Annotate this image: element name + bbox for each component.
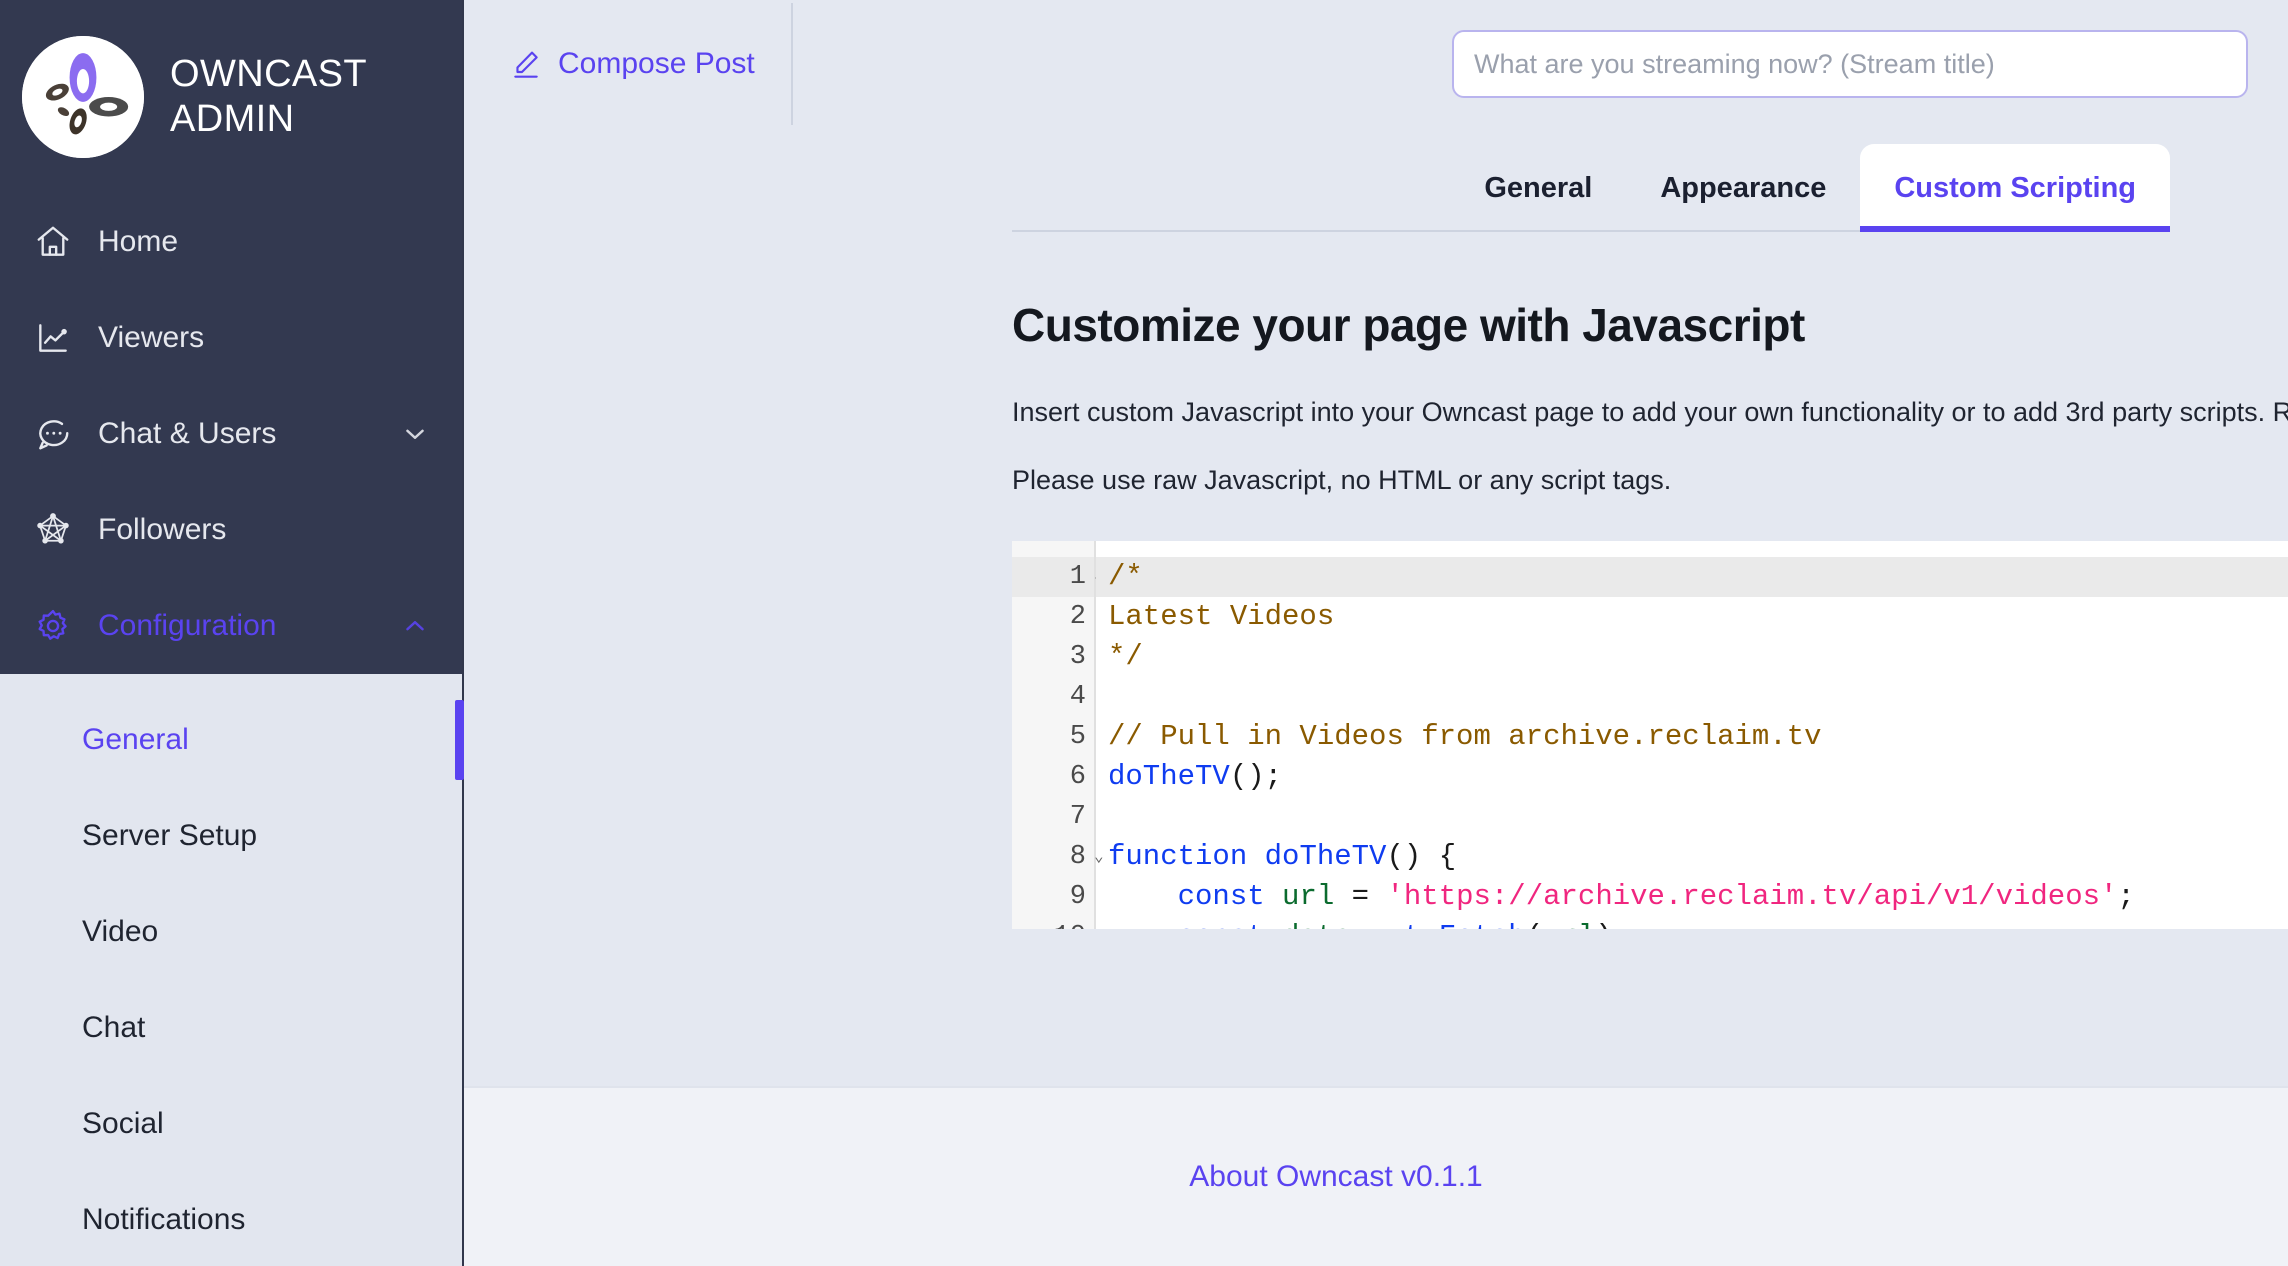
code-line: */ [1108,639,1143,673]
nav-chevron-placeholder [400,323,430,353]
sidebar-subitem-social[interactable]: Social [0,1076,464,1172]
code-line: /* [1096,556,2288,597]
home-icon [30,219,76,265]
owncast-logo-icon [22,36,144,158]
brand-title: OWNCAST ADMIN [170,53,367,140]
sidebar-item-label: Configuration [98,609,277,642]
sidebar-subitem-label: Social [82,1107,164,1140]
fediverse-icon [30,507,76,553]
javascript-code-editor[interactable]: 1⌄ 2 3 4 5 6 7 8⌄ 9 10 /* Latest Vid [1012,540,2288,929]
code-line: Latest Videos [1108,599,1335,633]
active-indicator-bar [455,700,464,780]
sidebar-subitem-video[interactable]: Video [0,884,464,980]
sidebar-item-followers[interactable]: Followers [0,482,464,578]
line-number: 10 [1012,917,1094,929]
sidebar-item-viewers[interactable]: Viewers [0,290,464,386]
chevron-down-icon[interactable] [400,419,430,449]
code-line: doTheTV(); [1108,759,1283,793]
tab-general[interactable]: General [1450,144,1626,232]
description-paragraph-2: Please use raw Javascript, no HTML or an… [1012,465,1672,496]
line-number: 3 [1069,641,1086,672]
compose-post-button[interactable]: Compose Post [510,0,791,128]
page-title: Customize your page with Javascript [1012,299,1805,351]
description-paragraph-1: Insert custom Javascript into your Ownca… [1012,397,2288,427]
code-line: function doTheTV() { [1108,839,1457,873]
toolbar-divider [790,3,793,125]
sidebar-subitem-notifications[interactable]: Notifications [0,1172,464,1266]
line-number: 4 [1069,681,1086,712]
nav-chevron-placeholder [400,515,430,545]
line-number: 9 [1069,881,1086,912]
sidebar-subitem-label: Chat [82,1011,146,1044]
sidebar-subitem-label: General [82,723,189,756]
configuration-submenu: General Server Setup Video Chat Social N… [0,0,464,1266]
line-number: 2 [1069,601,1086,632]
line-number: 7 [1069,801,1086,832]
top-toolbar: Compose Post [464,0,2288,128]
line-chart-icon [30,315,76,361]
chat-bubble-icon [30,411,76,457]
tab-label: Appearance [1660,171,1827,204]
sidebar-subitem-chat[interactable]: Chat [0,980,464,1076]
editor-code-area[interactable]: /* Latest Videos */ // Pull in Videos fr… [1096,541,2288,929]
tab-appearance[interactable]: Appearance [1626,144,1860,232]
sidebar: OWNCAST ADMIN Home Viewers Chat & Users … [0,0,464,1266]
sidebar-item-label: Home [98,225,179,258]
stream-title-input[interactable] [1452,30,2248,98]
tab-custom-scripting[interactable]: Custom Scripting [1860,144,2170,232]
sidebar-item-label: Followers [98,513,227,546]
content-panel: Customize your page with Javascript Inse… [464,232,2288,1086]
sidebar-item-label: Viewers [98,321,205,354]
sidebar-subitem-general[interactable]: General [0,692,464,788]
sidebar-item-home[interactable]: Home [0,194,464,290]
brand[interactable]: OWNCAST ADMIN [0,0,464,172]
compose-post-label: Compose Post [558,47,755,80]
about-owncast-link[interactable]: About Owncast v0.1.1 [1189,1160,1483,1194]
tab-label: General [1484,171,1593,204]
footer: About Owncast v0.1.1 [464,1086,2288,1266]
line-number: 8 ⌄ [1012,837,1104,877]
sidebar-nav: Home Viewers Chat & Users Followers Conf… [0,194,464,674]
pencil-edit-icon [510,48,542,80]
code-line: const url = 'https://archive.reclaim.tv/… [1177,879,2135,913]
tab-label: Custom Scripting [1894,171,2136,204]
settings-tabs: General Appearance Custom Scripting [464,128,2288,232]
tab-list: General Appearance Custom Scripting [1450,128,2170,232]
main-area: Compose Post General Appearance Custom S… [464,0,2288,1266]
chevron-up-icon[interactable] [400,611,430,641]
nav-chevron-placeholder [400,227,430,257]
gear-icon [30,603,76,649]
sidebar-item-chat-users[interactable]: Chat & Users [0,386,464,482]
sidebar-subitem-label: Server Setup [82,819,258,852]
sidebar-subitem-label: Notifications [82,1203,246,1236]
line-number: 5 [1069,721,1086,752]
sidebar-subitem-server-setup[interactable]: Server Setup [0,788,464,884]
code-line: const data = tvFetch(url); [1096,917,2288,929]
editor-line-number-gutter: 1⌄ 2 3 4 5 6 7 8⌄ 9 10 [1012,540,1104,929]
sidebar-subitem-label: Video [82,915,159,948]
sidebar-item-configuration[interactable]: Configuration [0,578,464,674]
sidebar-item-label: Chat & Users [98,417,277,450]
line-number: 6 [1069,761,1086,792]
line-number: 1⌄ [1012,556,1104,597]
code-line: // Pull in Videos from archive.reclaim.t… [1108,719,1822,753]
admin-app: OWNCAST ADMIN Home Viewers Chat & Users … [0,0,2288,1266]
